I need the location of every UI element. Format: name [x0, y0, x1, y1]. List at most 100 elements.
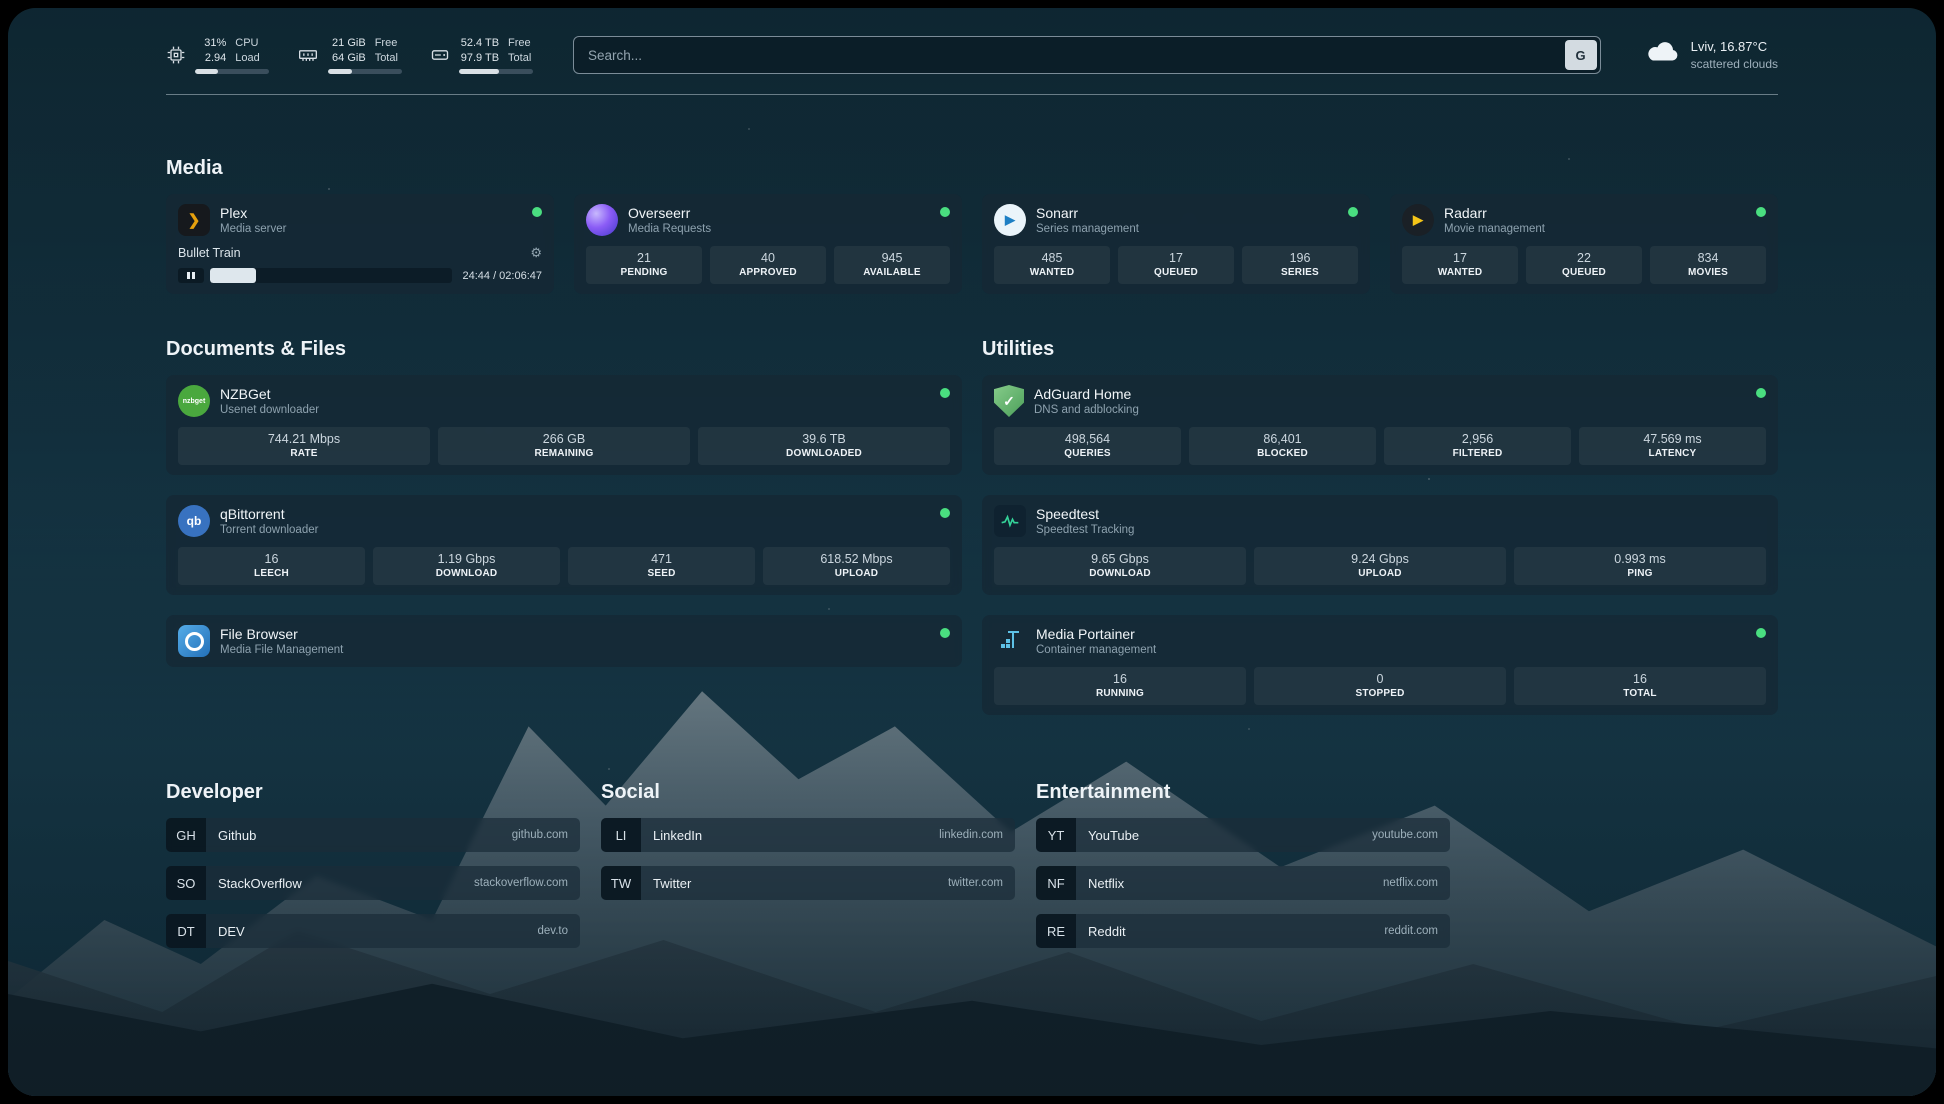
status-online-dot [940, 628, 950, 638]
service-desc: DNS and adblocking [1034, 404, 1139, 416]
cloud-icon [1645, 39, 1681, 70]
pause-icon [178, 268, 204, 283]
service-desc: Media Requests [628, 223, 711, 235]
stat-label: PENDING [588, 267, 700, 278]
stat-label: DOWNLOADED [700, 448, 948, 459]
service-card-qbittorrent[interactable]: qb qBittorrent Torrent downloader 16 LEE… [166, 495, 962, 595]
stat-value: 2,956 [1386, 432, 1569, 446]
stat-value: 945 [836, 251, 948, 265]
stat-value: 16 [996, 672, 1244, 686]
service-name: Plex [220, 205, 286, 221]
stat-tile: 618.52 Mbps UPLOAD [763, 547, 950, 585]
service-card-filebrowser[interactable]: File Browser Media File Management [166, 615, 962, 667]
bookmark-dev[interactable]: DT DEV dev.to [166, 914, 580, 948]
stat-tile: 0.993 ms PING [1514, 547, 1766, 585]
search-engine-button[interactable]: G [1565, 40, 1597, 70]
stat-value: 16 [180, 552, 363, 566]
stat-label: RUNNING [996, 688, 1244, 699]
section-title-utilities: Utilities [982, 338, 1778, 361]
top-bar: 31% CPU 2.94 Load [166, 36, 1778, 74]
search-input[interactable] [573, 36, 1601, 74]
stat-value: 471 [570, 552, 753, 566]
service-name: Overseerr [628, 205, 711, 221]
bookmark-github[interactable]: GH Github github.com [166, 818, 580, 852]
stat-tile: 9.24 Gbps UPLOAD [1254, 547, 1506, 585]
bookmark-name: StackOverflow [218, 876, 302, 891]
stat-label: UPLOAD [765, 568, 948, 579]
cpu-progress-bar [195, 69, 269, 74]
service-card-overseerr[interactable]: Overseerr Media Requests 21 PENDING 40 A… [574, 194, 962, 294]
playback-time: 24:44 / 02:06:47 [462, 270, 542, 282]
nzbget-icon: nzbget [178, 385, 210, 417]
bookmark-abbr: NF [1036, 866, 1076, 900]
bookmark-stackoverflow[interactable]: SO StackOverflow stackoverflow.com [166, 866, 580, 900]
stat-tile: 485 WANTED [994, 246, 1110, 284]
stat-tile: 2,956 FILTERED [1384, 427, 1571, 465]
stat-value: 0.993 ms [1516, 552, 1764, 566]
now-playing-title: Bullet Train [178, 246, 241, 260]
stat-label: WANTED [1404, 267, 1516, 278]
service-name: File Browser [220, 626, 343, 642]
stat-tile: 16 RUNNING [994, 667, 1246, 705]
stat-value: 744.21 Mbps [180, 432, 428, 446]
stat-label: APPROVED [712, 267, 824, 278]
stat-value: 17 [1404, 251, 1516, 265]
bookmark-name: Netflix [1088, 876, 1124, 891]
bookmark-abbr: GH [166, 818, 206, 852]
search-bar: G [573, 36, 1601, 74]
service-card-adguard[interactable]: ✓ AdGuard Home DNS and adblocking 498,56… [982, 375, 1778, 475]
service-card-radarr[interactable]: ▶ Radarr Movie management 17 WANTED [1390, 194, 1778, 294]
service-card-plex[interactable]: ❯ Plex Media server Bullet Train ⚙ [166, 194, 554, 294]
service-desc: Torrent downloader [220, 524, 318, 536]
stat-value: 39.6 TB [700, 432, 948, 446]
bookmark-youtube[interactable]: YT YouTube youtube.com [1036, 818, 1450, 852]
section-title-developer: Developer [166, 781, 580, 804]
memory-progress-fill [328, 69, 352, 74]
gear-icon[interactable]: ⚙ [530, 245, 542, 261]
service-card-portainer[interactable]: Media Portainer Container management 16 … [982, 615, 1778, 715]
cpu-chip-icon [166, 45, 186, 65]
bookmark-url: linkedin.com [939, 829, 1003, 841]
stat-value: 21 [588, 251, 700, 265]
memory-total-value: 64 GiB [328, 51, 366, 65]
service-name: Media Portainer [1036, 626, 1156, 642]
service-desc: Container management [1036, 644, 1156, 656]
bookmark-netflix[interactable]: NF Netflix netflix.com [1036, 866, 1450, 900]
overseerr-icon [586, 204, 618, 236]
bookmark-url: stackoverflow.com [474, 877, 568, 889]
service-card-sonarr[interactable]: ▶ Sonarr Series management 485 WANTED [982, 194, 1370, 294]
section-title-media: Media [166, 157, 1778, 180]
section-title-entertainment: Entertainment [1036, 781, 1450, 804]
bookmark-twitter[interactable]: TW Twitter twitter.com [601, 866, 1015, 900]
section-media: Media ❯ Plex Media server Bullet Train [166, 157, 1778, 294]
bookmark-group-entertainment: Entertainment YT YouTube youtube.com NF … [1036, 781, 1450, 962]
stat-label: LATENCY [1581, 448, 1764, 459]
media-grid: ❯ Plex Media server Bullet Train ⚙ [166, 194, 1778, 294]
bookmark-linkedin[interactable]: LI LinkedIn linkedin.com [601, 818, 1015, 852]
service-card-speedtest[interactable]: Speedtest Speedtest Tracking 9.65 Gbps D… [982, 495, 1778, 595]
bookmark-abbr: RE [1036, 914, 1076, 948]
bookmark-reddit[interactable]: RE Reddit reddit.com [1036, 914, 1450, 948]
sonarr-icon: ▶ [994, 204, 1026, 236]
memory-stats: 21 GiB Free 64 GiB Total [328, 36, 402, 74]
stat-value: 16 [1516, 672, 1764, 686]
stat-tile: 22 QUEUED [1526, 246, 1642, 284]
stat-tile: 17 QUEUED [1118, 246, 1234, 284]
memory-free-label: Free [375, 36, 402, 50]
stat-label: UPLOAD [1256, 568, 1504, 579]
service-card-nzbget[interactable]: nzbget NZBGet Usenet downloader 744.21 M… [166, 375, 962, 475]
resource-widgets: 31% CPU 2.94 Load [166, 36, 533, 74]
stat-tile: 834 MOVIES [1650, 246, 1766, 284]
disk-total-label: Total [508, 51, 533, 65]
stat-label: SEED [570, 568, 753, 579]
stat-label: DOWNLOAD [375, 568, 558, 579]
service-desc: Movie management [1444, 223, 1545, 235]
stat-label: TOTAL [1516, 688, 1764, 699]
stat-value: 9.65 Gbps [996, 552, 1244, 566]
section-title-social: Social [601, 781, 1015, 804]
speedtest-icon [994, 505, 1026, 537]
plex-player-row: 24:44 / 02:06:47 [178, 268, 542, 283]
bookmark-name: DEV [218, 924, 245, 939]
memory-total-label: Total [375, 51, 402, 65]
stat-tile: 266 GB REMAINING [438, 427, 690, 465]
